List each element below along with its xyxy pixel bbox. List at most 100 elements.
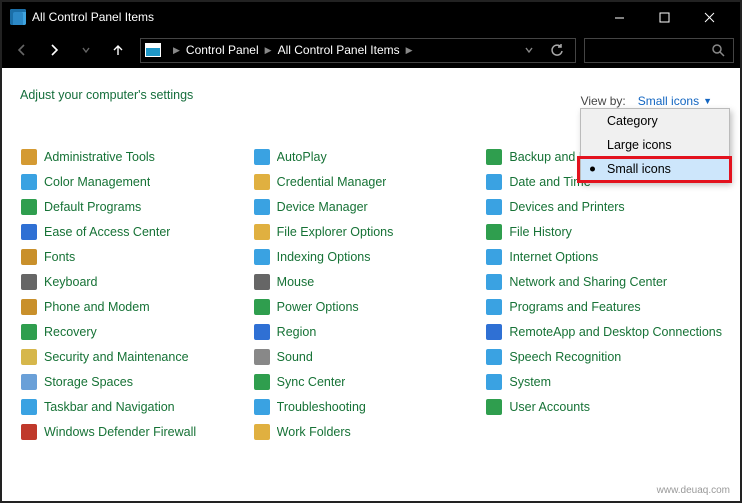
- control-panel-item[interactable]: Work Folders: [253, 419, 480, 444]
- item-icon: [20, 198, 38, 216]
- control-panel-item[interactable]: Devices and Printers: [485, 194, 722, 219]
- chevron-right-icon: ▶: [167, 45, 186, 56]
- control-panel-item[interactable]: Programs and Features: [485, 294, 722, 319]
- forward-button[interactable]: [40, 36, 68, 64]
- item-label: Internet Options: [509, 250, 598, 264]
- breadcrumb-page[interactable]: All Control Panel Items: [278, 43, 400, 57]
- control-panel-item[interactable]: Fonts: [20, 244, 247, 269]
- search-input[interactable]: [584, 38, 734, 63]
- control-panel-item[interactable]: Sound: [253, 344, 480, 369]
- control-panel-icon: [10, 9, 26, 25]
- item-label: Color Management: [44, 175, 150, 189]
- up-button[interactable]: [104, 36, 132, 64]
- control-panel-item[interactable]: Region: [253, 319, 480, 344]
- item-icon: [485, 223, 503, 241]
- control-panel-item[interactable]: Troubleshooting: [253, 394, 480, 419]
- item-icon: [20, 223, 38, 241]
- control-panel-item[interactable]: Internet Options: [485, 244, 722, 269]
- item-icon: [485, 198, 503, 216]
- control-panel-item[interactable]: Windows Defender Firewall: [20, 419, 247, 444]
- back-button[interactable]: [8, 36, 36, 64]
- breadcrumb-root[interactable]: Control Panel: [186, 43, 259, 57]
- item-icon: [485, 373, 503, 391]
- menu-item-large-icons[interactable]: Large icons: [581, 133, 729, 157]
- view-by-menu: Category Large icons Small icons: [580, 108, 730, 182]
- item-label: Phone and Modem: [44, 300, 150, 314]
- item-icon: [20, 298, 38, 316]
- minimize-button[interactable]: [597, 2, 642, 32]
- item-label: Security and Maintenance: [44, 350, 189, 364]
- breadcrumb[interactable]: ▶ Control Panel ▶ All Control Panel Item…: [140, 38, 576, 63]
- item-label: Troubleshooting: [277, 400, 366, 414]
- item-icon: [20, 148, 38, 166]
- maximize-button[interactable]: [642, 2, 687, 32]
- item-icon: [485, 273, 503, 291]
- item-label: Storage Spaces: [44, 375, 133, 389]
- item-icon: [253, 398, 271, 416]
- item-label: AutoPlay: [277, 150, 327, 164]
- menu-item-small-icons[interactable]: Small icons: [581, 157, 729, 181]
- control-panel-item[interactable]: RemoteApp and Desktop Connections: [485, 319, 722, 344]
- control-panel-item[interactable]: Power Options: [253, 294, 480, 319]
- recent-dropdown-button[interactable]: [72, 36, 100, 64]
- item-icon: [20, 423, 38, 441]
- control-panel-item[interactable]: Keyboard: [20, 269, 247, 294]
- chevron-right-icon: ▶: [400, 45, 419, 56]
- item-icon: [20, 398, 38, 416]
- search-icon: [711, 43, 725, 57]
- item-icon: [253, 423, 271, 441]
- item-label: Date and Time: [509, 175, 590, 189]
- control-panel-item[interactable]: Security and Maintenance: [20, 344, 247, 369]
- control-panel-item[interactable]: File Explorer Options: [253, 219, 480, 244]
- history-dropdown-button[interactable]: [515, 38, 543, 62]
- toolbar: ▶ Control Panel ▶ All Control Panel Item…: [2, 32, 740, 68]
- item-label: Sync Center: [277, 375, 346, 389]
- control-panel-item[interactable]: Phone and Modem: [20, 294, 247, 319]
- item-label: Power Options: [277, 300, 359, 314]
- item-label: Administrative Tools: [44, 150, 155, 164]
- item-icon: [253, 273, 271, 291]
- item-icon: [253, 198, 271, 216]
- control-panel-item[interactable]: Ease of Access Center: [20, 219, 247, 244]
- item-icon: [253, 173, 271, 191]
- control-panel-item[interactable]: Taskbar and Navigation: [20, 394, 247, 419]
- refresh-button[interactable]: [543, 38, 571, 62]
- item-label: System: [509, 375, 551, 389]
- item-label: Region: [277, 325, 317, 339]
- close-button[interactable]: [687, 2, 732, 32]
- item-icon: [253, 223, 271, 241]
- control-panel-item[interactable]: Mouse: [253, 269, 480, 294]
- control-panel-item[interactable]: Recovery: [20, 319, 247, 344]
- control-panel-item[interactable]: Device Manager: [253, 194, 480, 219]
- breadcrumb-icon: [145, 43, 161, 57]
- chevron-right-icon: ▶: [259, 45, 278, 56]
- control-panel-item[interactable]: Default Programs: [20, 194, 247, 219]
- item-label: Device Manager: [277, 200, 368, 214]
- item-icon: [20, 273, 38, 291]
- item-label: Work Folders: [277, 425, 351, 439]
- item-icon: [253, 148, 271, 166]
- control-panel-item[interactable]: Credential Manager: [253, 169, 480, 194]
- control-panel-item[interactable]: File History: [485, 219, 722, 244]
- control-panel-item[interactable]: System: [485, 369, 722, 394]
- control-panel-item[interactable]: User Accounts: [485, 394, 722, 419]
- item-icon: [485, 298, 503, 316]
- content-area: Adjust your computer's settings View by:…: [2, 68, 740, 501]
- menu-item-category[interactable]: Category: [581, 109, 729, 133]
- control-panel-item[interactable]: Administrative Tools: [20, 144, 247, 169]
- control-panel-item[interactable]: Network and Sharing Center: [485, 269, 722, 294]
- title-bar: All Control Panel Items: [2, 2, 740, 32]
- item-icon: [20, 173, 38, 191]
- control-panel-item[interactable]: Color Management: [20, 169, 247, 194]
- caret-down-icon: ▼: [703, 96, 712, 106]
- control-panel-item[interactable]: Storage Spaces: [20, 369, 247, 394]
- item-label: Indexing Options: [277, 250, 371, 264]
- control-panel-item[interactable]: AutoPlay: [253, 144, 480, 169]
- item-label: Devices and Printers: [509, 200, 624, 214]
- item-icon: [20, 248, 38, 266]
- items-grid: Administrative ToolsAutoPlayBackup and R…: [20, 144, 722, 491]
- control-panel-item[interactable]: Sync Center: [253, 369, 480, 394]
- control-panel-item[interactable]: Indexing Options: [253, 244, 480, 269]
- item-icon: [485, 248, 503, 266]
- control-panel-item[interactable]: Speech Recognition: [485, 344, 722, 369]
